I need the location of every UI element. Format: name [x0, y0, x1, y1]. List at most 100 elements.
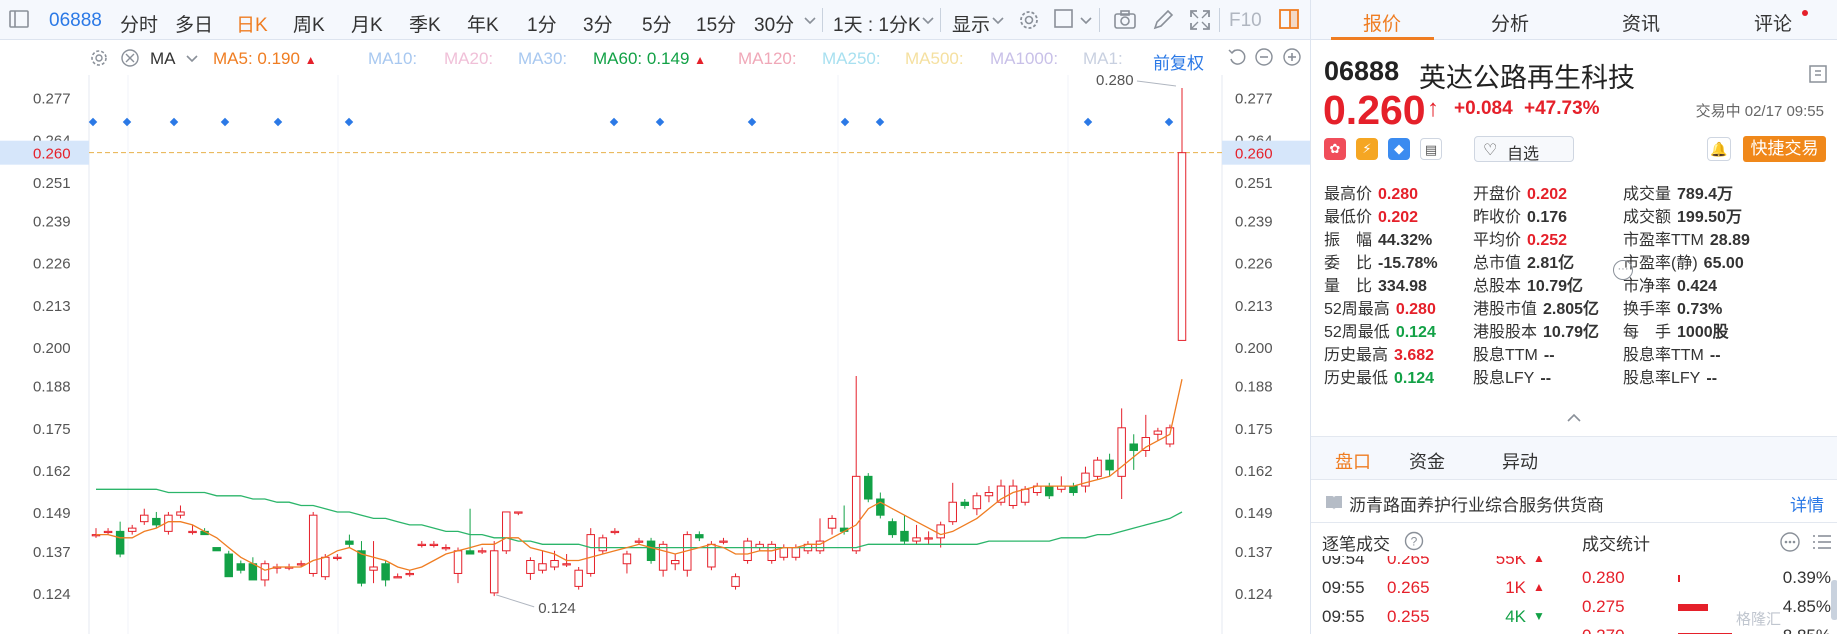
y-tick-label-left: 0.124 [33, 586, 71, 603]
expand-chevron-up-icon[interactable] [1564, 411, 1584, 430]
help-icon[interactable]: ? [1404, 531, 1424, 556]
candle-body-up [321, 556, 330, 578]
low-price-annotation: 0.124 [538, 600, 576, 617]
tab-intraday[interactable]: 分时 [120, 10, 158, 37]
y-tick-label-right: 0.149 [1235, 505, 1273, 522]
y-tick-label-left: 0.188 [33, 379, 71, 396]
candle-body-up [188, 530, 197, 534]
collapse-panel-icon[interactable] [1808, 64, 1828, 89]
ma60-value: 0.149 [646, 49, 690, 68]
tab-30min[interactable]: 30分 [754, 10, 794, 37]
forward-adjust-button[interactable]: 前复权 [1153, 49, 1204, 74]
ma60-indicator: MA60: 0.149 ▲ [593, 49, 706, 69]
kline-chart[interactable]: 0.2770.2770.2640.2640.2510.2510.2390.239… [0, 41, 1310, 634]
quote-field-value: 0.280 [1395, 301, 1436, 318]
tab-quarterly-k[interactable]: 季K [409, 10, 441, 37]
quick-trade-button[interactable]: 快捷交易 [1743, 136, 1826, 162]
quote-field: 开盘价 0.202 [1473, 180, 1567, 204]
stats-price: 0.270 [1582, 626, 1625, 634]
candle-body-up [489, 550, 499, 594]
chevron-down-icon[interactable] [990, 12, 1014, 36]
quote-field-label: 总股本 [1473, 278, 1522, 295]
list-menu-icon[interactable] [1811, 531, 1833, 558]
ma5-indicator: MA5: 0.190 ▲ [213, 49, 317, 69]
period-select[interactable]: 1天 : 1分K [833, 10, 921, 37]
tab-1min[interactable]: 1分 [527, 10, 557, 37]
quote-field: 换手率 0.73% [1623, 295, 1722, 319]
divider [1311, 522, 1837, 523]
candle-body-up [369, 566, 378, 571]
candle-body-up [719, 540, 728, 543]
candle-body-up [1177, 152, 1187, 341]
quote-field: 每 手 1000股 [1623, 318, 1729, 342]
more-options-icon[interactable] [1779, 531, 1801, 558]
display-menu[interactable]: 显示 [952, 10, 990, 37]
tick-trades-list[interactable]: 09:54 0.265 55K ▲ 09:55 0.265 1K ▲ 09:55 0.255 4K ▼ [1311, 556, 1566, 634]
reset-icon[interactable] [1227, 47, 1251, 71]
ma-close-icon[interactable] [119, 47, 143, 71]
chevron-down-icon[interactable] [184, 51, 208, 75]
stock-code-label[interactable]: 06888 [49, 10, 102, 32]
trade-time: 09:55 [1322, 607, 1365, 626]
tab-anomaly[interactable]: 异动 [1502, 448, 1538, 474]
ma-settings-gear-icon[interactable] [88, 47, 112, 71]
tab-monthly-k[interactable]: 月K [351, 10, 383, 37]
y-tick-label-left: 0.251 [33, 175, 71, 192]
trade-stats-list[interactable]: 0.280 0.39% 0.275 4.85% 0.270 8.85% [1571, 556, 1831, 634]
tab-news[interactable]: 资讯 [1622, 9, 1660, 36]
quote-field: 平均价 0.252 [1473, 226, 1567, 250]
bell-alert-icon[interactable]: 🔔 [1707, 137, 1731, 161]
ma20-indicator: MA20: [444, 49, 494, 68]
fullscreen-icon[interactable] [1188, 8, 1212, 32]
tab-quote[interactable]: 报价 [1363, 9, 1401, 36]
detail-link[interactable]: 详情 [1790, 491, 1824, 516]
quote-field: 市盈率TTM 28.89 [1623, 226, 1750, 250]
tab-3min[interactable]: 3分 [583, 10, 613, 37]
add-watchlist-button[interactable]: ♡ 自选 [1474, 136, 1574, 163]
zoom-in-icon[interactable] [1282, 47, 1306, 71]
quote-field: 52周最低 0.124 [1324, 318, 1436, 342]
tag-badge-icon[interactable]: ◆ [1388, 138, 1410, 160]
scrollbar[interactable] [1831, 580, 1837, 620]
tab-weekly-k[interactable]: 周K [293, 10, 325, 37]
draw-pen-icon[interactable] [1151, 8, 1175, 32]
tab-5min[interactable]: 5分 [642, 10, 672, 37]
market-cap-more-icon[interactable]: ··· [1613, 260, 1633, 280]
tab-multiday[interactable]: 多日 [175, 10, 213, 37]
event-marker-icon [1083, 117, 1093, 127]
stats-price: 0.275 [1582, 597, 1625, 616]
tab-analysis[interactable]: 分析 [1491, 9, 1529, 36]
zoom-out-icon[interactable] [1254, 47, 1278, 71]
tab-order-book[interactable]: 盘口 [1335, 448, 1371, 474]
y-tick-label-right: 0.137 [1235, 544, 1273, 561]
quote-tabs: 报价 分析 资讯 评论 [1311, 0, 1837, 40]
camera-icon[interactable] [1113, 8, 1137, 32]
quote-field-value: 1000股 [1677, 324, 1729, 341]
settings-gear-icon[interactable] [1017, 8, 1041, 32]
sidebar-toggle-icon[interactable] [8, 8, 32, 32]
hk-connect-badge-icon[interactable]: ✿ [1324, 138, 1346, 160]
tab-daily-k[interactable]: 日K [236, 10, 268, 37]
layout-square-icon[interactable] [1053, 8, 1077, 32]
panel-toggle-icon[interactable] [1278, 8, 1302, 32]
ma5-value: 0.190 [257, 49, 300, 68]
quote-field: 最高价 0.280 [1324, 180, 1418, 204]
flash-badge-icon[interactable]: ⚡ [1356, 138, 1378, 160]
trade-price: 0.265 [1387, 556, 1430, 568]
candle-body-down [864, 475, 873, 500]
tab-yearly-k[interactable]: 年K [467, 10, 499, 37]
quote-field-label: 委 比 [1324, 255, 1373, 272]
trade-status: 交易中 02/17 09:55 [1695, 103, 1824, 120]
tab-15min[interactable]: 15分 [696, 10, 736, 37]
f10-button[interactable]: F10 [1229, 10, 1262, 32]
tab-capital-flow[interactable]: 资金 [1409, 448, 1445, 474]
ma-select-label[interactable]: MA [150, 49, 176, 69]
kline-chart-area[interactable]: 0.2770.2770.2640.2640.2510.2510.2390.239… [0, 41, 1310, 634]
candle-body-up [743, 540, 752, 562]
note-icon[interactable]: ▤ [1420, 138, 1442, 160]
candle-body-up [405, 572, 414, 576]
candle-body-up [550, 560, 559, 568]
quote-field-value: 44.32% [1378, 232, 1433, 249]
tab-comments[interactable]: 评论 [1754, 9, 1792, 36]
quote-field-label: 股息率LFY [1623, 370, 1701, 387]
